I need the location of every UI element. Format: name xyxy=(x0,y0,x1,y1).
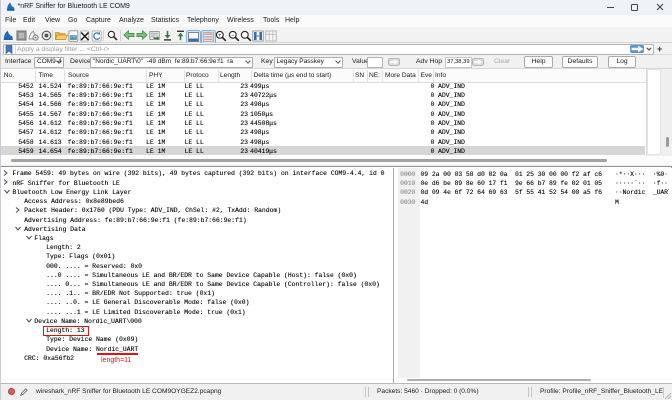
svg-text:−: − xyxy=(231,32,235,38)
svg-text:+: + xyxy=(218,32,222,38)
